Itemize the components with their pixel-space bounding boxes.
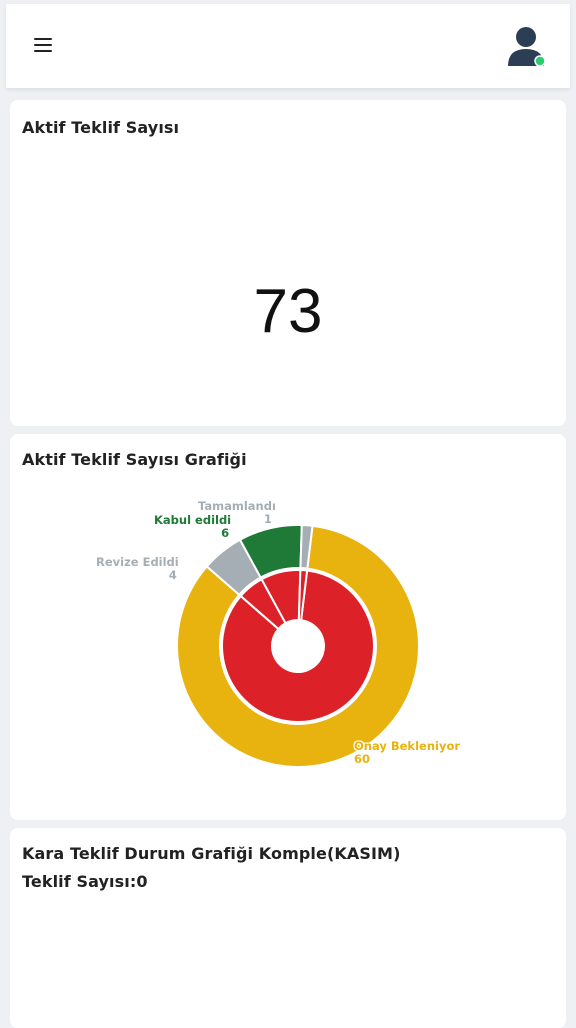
active-offers-count: 73 xyxy=(253,277,323,346)
kara-chart-title: Kara Teklif Durum Grafiği Komple(KASIM) xyxy=(22,844,401,863)
label-revize-value: 4 xyxy=(168,568,177,582)
offers-chart-card: Aktif Teklif Sayısı Grafiği Tamamlandı 1… xyxy=(10,434,566,820)
label-kabul-edildi: Kabul edildi 6 xyxy=(154,514,231,540)
user-avatar-icon[interactable] xyxy=(506,24,550,70)
label-kabul-name: Kabul edildi xyxy=(154,513,232,527)
online-status-dot xyxy=(534,55,546,67)
active-offers-card: Aktif Teklif Sayısı 73 xyxy=(10,100,566,426)
label-onay-value: 60 xyxy=(354,752,371,766)
top-navbar xyxy=(6,4,570,88)
label-revize-name: Revize Edildi xyxy=(96,555,179,569)
label-onay-bekleniyor: Onay Bekleniyor 60 xyxy=(354,740,460,766)
label-kabul-value: 6 xyxy=(221,526,230,540)
kara-offer-count: Teklif Sayısı:0 xyxy=(22,872,148,891)
active-offers-title: Aktif Teklif Sayısı xyxy=(22,118,180,137)
offers-donut-chart xyxy=(176,524,420,768)
label-revize-edildi: Revize Edildi 4 xyxy=(96,556,179,582)
kara-offers-card: Kara Teklif Durum Grafiği Komple(KASIM) … xyxy=(10,828,566,1028)
hamburger-menu-icon[interactable] xyxy=(34,38,56,54)
